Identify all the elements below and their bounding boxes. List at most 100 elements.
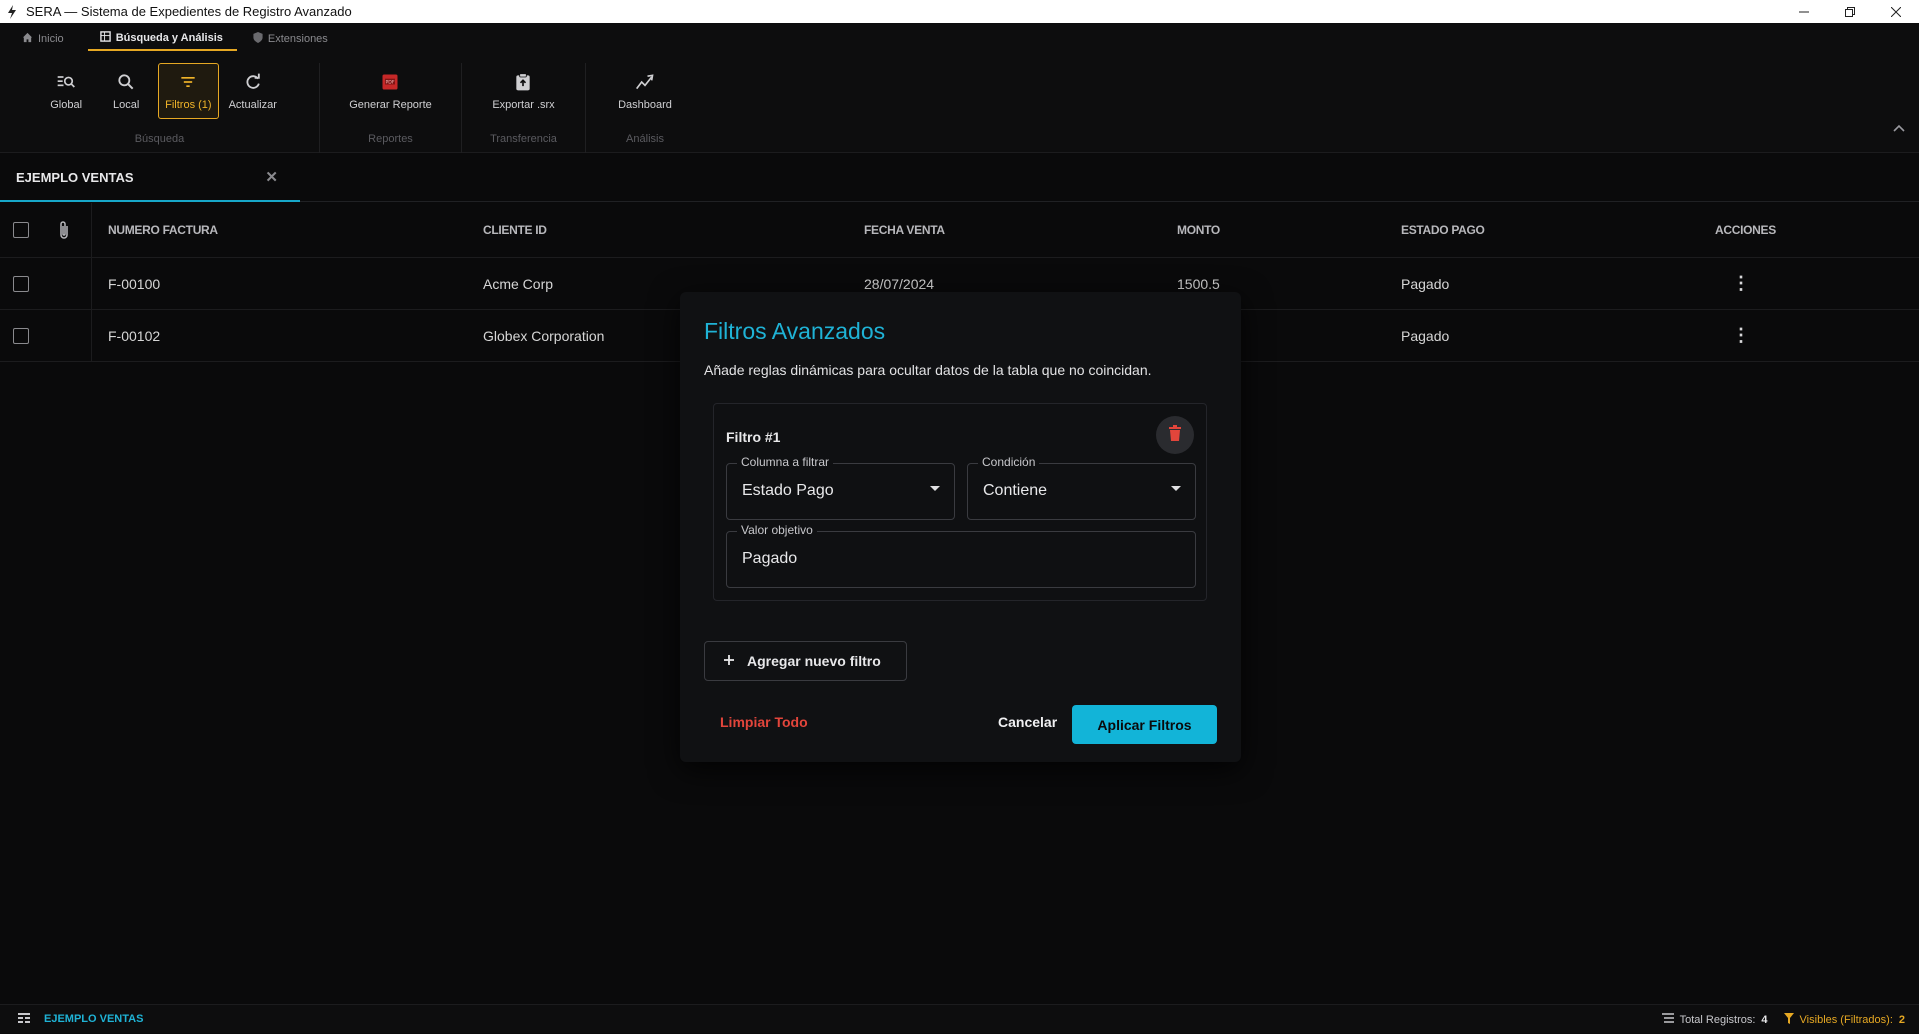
- cell-estado-pago: Pagado: [1401, 327, 1450, 344]
- column-header[interactable]: MONTO: [1177, 203, 1220, 257]
- button-label: Filtros (1): [165, 98, 212, 111]
- list-icon: [1661, 1013, 1674, 1026]
- app-icon: [4, 4, 20, 20]
- dialog-subtitle: Añade reglas dinámicas para ocultar dato…: [704, 362, 1152, 378]
- add-filter-label: Agregar nuevo filtro: [747, 653, 881, 669]
- tab-inicio[interactable]: Inicio: [18, 31, 76, 51]
- column-select[interactable]: Columna a filtrar Estado Pago: [726, 455, 955, 520]
- add-filter-button[interactable]: Agregar nuevo filtro: [704, 641, 907, 681]
- ribbon-groups: Global Local Filtros (1) Actualizar Búsq…: [0, 63, 704, 153]
- title-bar: SERA — Sistema de Expedientes de Registr…: [0, 0, 1919, 23]
- status-bar: EJEMPLO VENTAS Total Registros: 4 Visibl…: [0, 1004, 1919, 1033]
- column-header[interactable]: CLIENTE ID: [483, 203, 547, 257]
- button-label: Local: [112, 98, 140, 111]
- window-title: SERA — Sistema de Expedientes de Registr…: [26, 4, 352, 19]
- chevron-down-icon: [1171, 486, 1181, 491]
- document-tab-bar: EJEMPLO VENTAS ✕: [0, 154, 1919, 202]
- clipboard-export-icon: [513, 72, 533, 95]
- total-value: 4: [1761, 1013, 1768, 1026]
- tab-label: Inicio: [38, 33, 64, 45]
- cancel-button[interactable]: Cancelar: [998, 714, 1057, 730]
- close-icon[interactable]: ✕: [265, 168, 278, 186]
- ribbon-tabs: Inicio Búsqueda y Análisis Extensiones: [18, 31, 352, 51]
- column-header[interactable]: ESTADO PAGO: [1401, 203, 1485, 257]
- field-label: Columna a filtrar: [737, 455, 834, 469]
- shield-icon: [253, 32, 263, 46]
- clear-all-button[interactable]: Limpiar Todo: [720, 714, 808, 730]
- chevron-down-icon: [930, 486, 940, 491]
- field-value: Contiene: [983, 482, 1048, 499]
- local-search-button[interactable]: Local: [98, 63, 154, 119]
- row-checkbox[interactable]: [13, 258, 29, 309]
- advanced-filters-dialog: Filtros Avanzados Añade reglas dinámicas…: [680, 292, 1241, 762]
- restore-button[interactable]: [1827, 0, 1873, 23]
- table-icon: [18, 1012, 30, 1026]
- close-button[interactable]: [1873, 0, 1919, 23]
- field-value: Pagado: [742, 550, 798, 567]
- tab-extensiones[interactable]: Extensiones: [249, 31, 340, 51]
- global-search-icon: [56, 72, 76, 95]
- total-records: Total Registros: 4: [1661, 1013, 1768, 1026]
- filter-icon: [178, 72, 198, 95]
- row-checkbox[interactable]: [13, 310, 29, 361]
- group-label: Análisis: [626, 133, 664, 145]
- svg-text:PDF: PDF: [386, 79, 395, 85]
- tab-label: Búsqueda y Análisis: [115, 32, 223, 44]
- minimize-button[interactable]: [1781, 0, 1827, 23]
- document-tab-label: EJEMPLO VENTAS: [16, 169, 134, 185]
- dashboard-button[interactable]: Dashboard: [612, 63, 678, 119]
- export-srx-button[interactable]: Exportar .srx: [486, 63, 560, 119]
- apply-filters-button[interactable]: Aplicar Filtros: [1072, 705, 1217, 744]
- select-all-checkbox[interactable]: [13, 203, 29, 257]
- more-actions-icon[interactable]: ⋮: [1732, 258, 1750, 309]
- button-label: Generar Reporte: [349, 98, 432, 111]
- visible-label: Visibles (Filtrados):: [1799, 1013, 1893, 1026]
- more-actions-icon[interactable]: ⋮: [1732, 310, 1750, 361]
- table-header: NUMERO FACTURA CLIENTE ID FECHA VENTA MO…: [0, 203, 1919, 258]
- button-label: Actualizar: [228, 98, 277, 111]
- home-icon: [22, 32, 33, 46]
- group-transferencia: Exportar .srx Transferencia: [462, 63, 586, 153]
- visible-records: Visibles (Filtrados): 2: [1783, 1012, 1905, 1027]
- column-header[interactable]: FECHA VENTA: [864, 203, 945, 257]
- cell-estado-pago: Pagado: [1401, 275, 1450, 292]
- refresh-button[interactable]: Actualizar: [223, 63, 283, 119]
- visible-value: 2: [1898, 1013, 1905, 1026]
- button-label: Exportar .srx: [492, 98, 555, 111]
- filters-button[interactable]: Filtros (1): [158, 63, 219, 119]
- target-value-input[interactable]: Valor objetivo Pagado: [726, 523, 1196, 588]
- filter-icon: [1783, 1012, 1794, 1027]
- group-busqueda: Global Local Filtros (1) Actualizar Búsq…: [0, 63, 320, 153]
- collapse-ribbon-button[interactable]: [1893, 119, 1905, 135]
- trash-icon: [1168, 424, 1182, 446]
- dialog-title: Filtros Avanzados: [704, 318, 886, 344]
- tab-busqueda-analisis[interactable]: Búsqueda y Análisis: [87, 31, 237, 51]
- attachment-icon: [58, 203, 70, 257]
- status-document-name: EJEMPLO VENTAS: [44, 1013, 144, 1025]
- table-icon: [99, 31, 111, 45]
- cell-numero-factura: F-00102: [108, 327, 161, 344]
- group-label: Transferencia: [490, 133, 557, 145]
- generate-report-button[interactable]: PDF Generar Reporte: [343, 63, 438, 119]
- group-label: Reportes: [368, 133, 413, 145]
- cell-cliente-id: Acme Corp: [483, 275, 554, 292]
- filter-card: Filtro #1 Columna a filtrar Estado Pago …: [713, 403, 1207, 601]
- ribbon: Inicio Búsqueda y Análisis Extensiones G…: [0, 23, 1919, 153]
- button-label: Dashboard: [618, 98, 672, 111]
- document-tab[interactable]: EJEMPLO VENTAS ✕: [0, 154, 300, 202]
- column-header: ACCIONES: [1715, 223, 1776, 237]
- condition-select[interactable]: Condición Contiene: [967, 455, 1196, 520]
- search-icon: [116, 72, 136, 95]
- delete-filter-button[interactable]: [1156, 416, 1194, 454]
- tab-label: Extensiones: [267, 33, 328, 45]
- chart-line-icon: [635, 72, 655, 95]
- plus-icon: [723, 653, 735, 669]
- filter-title: Filtro #1: [726, 429, 781, 445]
- pdf-icon: PDF: [380, 72, 400, 95]
- group-reportes: PDF Generar Reporte Reportes: [320, 63, 462, 153]
- global-search-button[interactable]: Global: [38, 63, 94, 119]
- group-label: Búsqueda: [134, 133, 185, 145]
- column-header[interactable]: NUMERO FACTURA: [108, 203, 218, 257]
- refresh-icon: [243, 72, 263, 95]
- field-label: Valor objetivo: [737, 523, 817, 537]
